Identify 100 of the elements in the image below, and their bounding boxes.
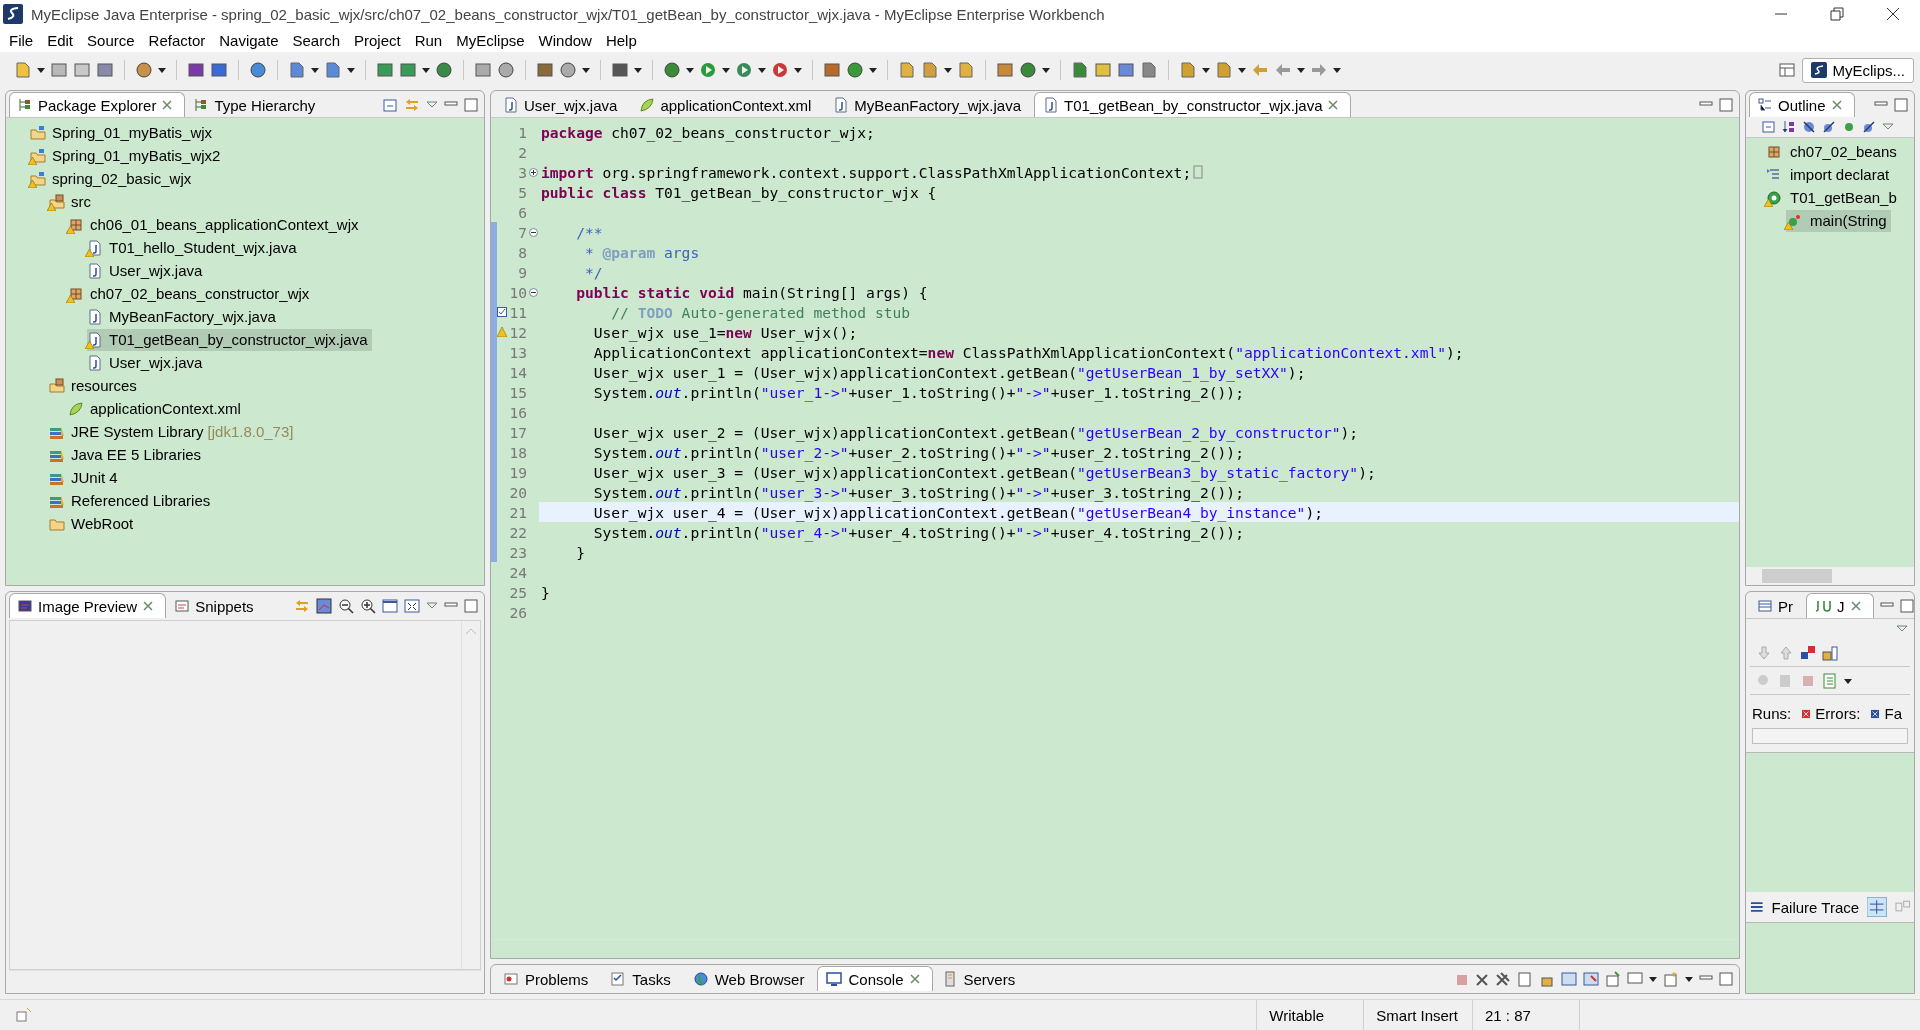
restore-icon[interactable] [1830,7,1844,21]
editor-tab[interactable]: T01_getBean_by_constructor_wjx.java [1034,92,1351,117]
console-icon[interactable] [1561,971,1577,987]
document-icon[interactable] [1517,971,1533,987]
menu-item[interactable]: Source [80,31,142,49]
console-icon[interactable] [1583,971,1599,987]
maximize-icon[interactable] [464,598,478,614]
fit-icon[interactable] [404,598,420,614]
view-tab[interactable]: Servers [932,966,1029,991]
view-tab[interactable]: Outline [1749,92,1855,117]
dot-icon[interactable] [1842,120,1856,134]
run-icon[interactable] [735,61,753,79]
tree-item[interactable]: src [49,190,95,213]
tree-item[interactable]: Java EE 5 Libraries [49,443,206,466]
run-icon[interactable] [771,61,789,79]
view-tab[interactable]: Snippets [166,593,267,618]
folded-code-icon[interactable] [1193,165,1204,179]
outline-item[interactable]: import declarat [1766,163,1894,186]
tree-item[interactable]: T01_hello_Student_wjx.java [87,236,301,259]
menu-item[interactable]: Project [347,31,408,49]
menu-item[interactable]: Search [285,31,347,49]
code-line: */ [583,262,604,282]
zoom-in-icon[interactable] [360,598,376,614]
cube-icon[interactable] [210,61,228,79]
view-tab[interactable]: Problems [494,966,602,991]
view-tab[interactable]: Package Explorer [9,92,186,117]
history-icon[interactable] [1822,672,1838,689]
forward-arrow-icon[interactable] [1310,61,1328,79]
menu-item[interactable]: Run [407,31,450,49]
tree-item[interactable]: Referenced Libraries [49,489,215,512]
menu-item[interactable]: MyEclipse [449,31,532,49]
collapse-icon[interactable] [528,287,538,297]
filter-icon[interactable] [1867,897,1887,917]
code-line: public static void main(String[] args) { [575,282,929,302]
view-tab[interactable]: Web Browser [683,966,818,991]
failures-icon[interactable] [1800,644,1816,661]
menu-item[interactable]: Help [598,31,644,49]
close-icon[interactable] [1886,7,1900,21]
menu-item[interactable]: Edit [40,31,81,49]
view-tab[interactable]: Console [817,966,933,991]
collapse-icon[interactable] [528,227,538,237]
tree-item[interactable]: JUnit 4 [49,466,122,489]
maximize-icon[interactable] [1719,971,1733,987]
editor-tab[interactable]: User_wjx.java [494,92,631,117]
actual-size-icon[interactable] [382,598,398,614]
tree-item[interactable]: T01_getBean_by_constructor_wjx.java [87,328,372,351]
view-tab[interactable]: Type Hierarchy [185,92,329,117]
errors-label: Errors: [1815,705,1861,722]
outline-item[interactable]: T01_getBean_b [1766,186,1901,209]
outline-item[interactable]: main(String [1786,209,1891,232]
image-icon[interactable] [316,598,332,614]
run-icon[interactable] [699,61,717,79]
tree-item[interactable]: JRE System Library [jdk1.8.0_73] [49,420,298,443]
tree-item[interactable]: Spring_01_myBatis_wjx2 [30,144,225,167]
collapse-all-icon[interactable] [382,97,398,113]
link-arrows-icon[interactable] [404,97,420,113]
tree-item[interactable]: User_wjx.java [87,259,207,282]
menu-item[interactable]: File [2,31,41,49]
editor-tab[interactable]: MyBeanFactory_wjx.java [824,92,1035,117]
expand-icon[interactable] [528,167,538,177]
menu-item[interactable]: Navigate [212,31,286,49]
java-file-icon [87,239,103,256]
view-tab[interactable]: Pr [1749,593,1806,618]
outline-item[interactable]: ch07_02_beans [1766,140,1901,163]
collapse-all-icon[interactable] [1762,120,1776,134]
tree-item[interactable]: MyBeanFactory_wjx.java [87,305,280,328]
remove-icon[interactable] [1475,971,1489,987]
maximize-icon[interactable] [1894,97,1908,113]
link-arrows-icon[interactable] [294,598,310,614]
perspective-button[interactable]: MyEclips... [1802,57,1914,83]
view-tab[interactable]: Tasks [601,966,684,991]
line-number: 7 [517,223,527,241]
tree-item[interactable]: spring_02_basic_wjx [30,167,196,190]
menu-item[interactable]: Refactor [141,31,213,49]
tree-item[interactable]: User_wjx.java [87,351,207,374]
tree-item[interactable]: WebRoot [49,512,138,535]
maximize-icon[interactable] [1899,598,1914,614]
monitor-icon[interactable] [1627,971,1643,987]
hierarchy-icon [18,98,32,112]
table-icon [1758,599,1772,613]
tree-item[interactable]: resources [49,374,141,397]
tree-item[interactable]: Spring_01_myBatis_wjx [30,121,217,144]
open-perspective-icon[interactable] [1778,61,1797,79]
maximize-icon[interactable] [1719,97,1733,113]
view-tab[interactable]: J [1806,593,1874,618]
menu-item[interactable]: Window [531,31,599,49]
compare-icon[interactable] [1894,899,1910,915]
tree-item[interactable]: ch06_01_beans_applicationContext_wjx [68,213,363,236]
view-tab[interactable]: Image Preview [9,593,167,618]
java-file-icon [87,308,103,325]
line-number: 11 [508,303,527,321]
method-icon [1786,212,1802,229]
cube-icon[interactable] [187,61,205,79]
sort-icon[interactable] [1782,120,1796,134]
zoom-out-icon[interactable] [338,598,354,614]
tree-item[interactable]: applicationContext.xml [68,397,245,420]
tree-item[interactable]: ch07_02_beans_constructor_wjx [68,282,314,305]
editor-tab[interactable]: applicationContext.xml [630,92,825,117]
remove-all-icon[interactable] [1495,971,1511,987]
maximize-icon[interactable] [464,97,478,113]
